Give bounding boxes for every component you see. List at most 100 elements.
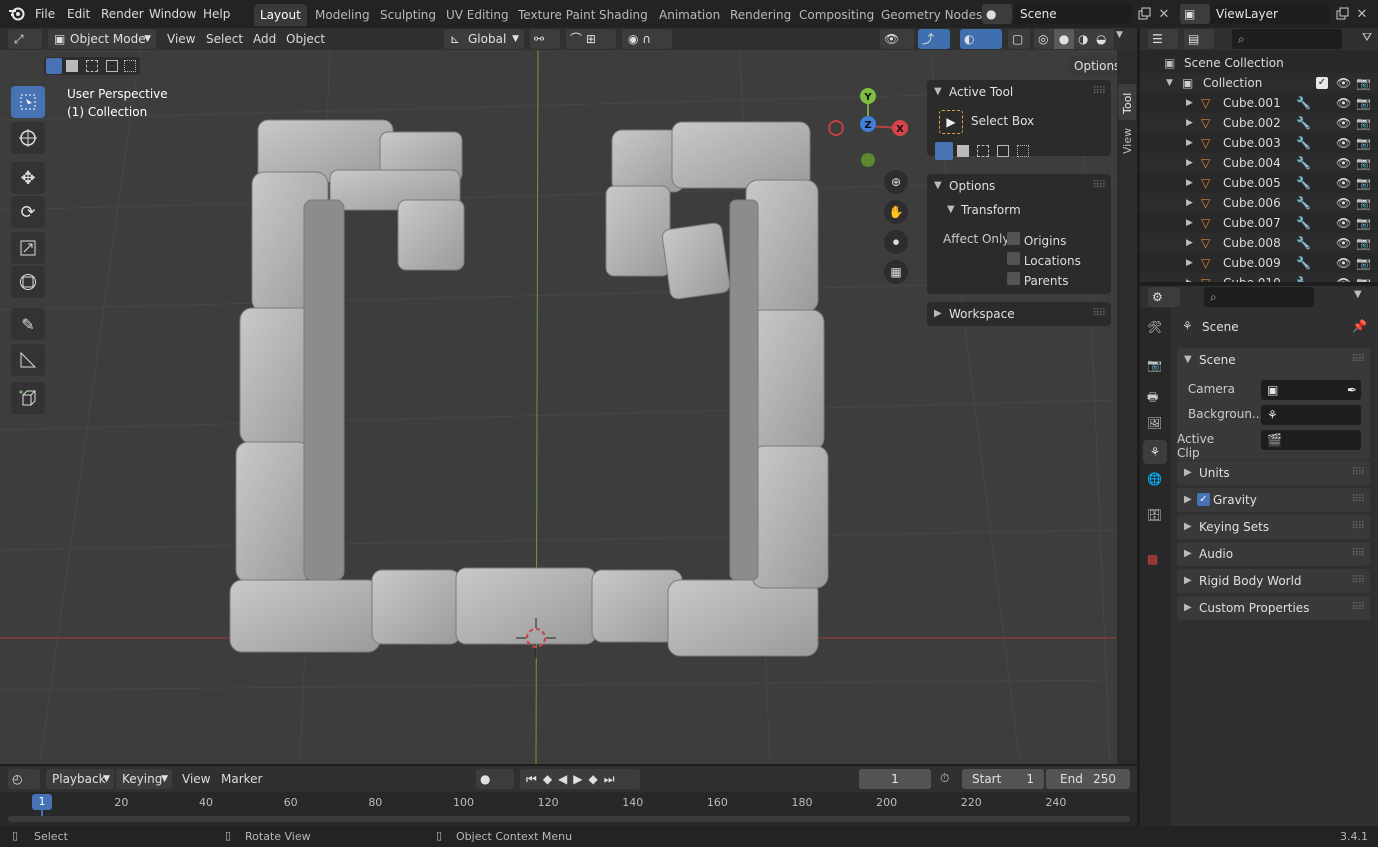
drag-handle-icon[interactable]: ⠿⠿ — [1351, 569, 1365, 593]
texture-tab-icon[interactable]: ▩ — [1147, 552, 1158, 566]
drag-handle-icon[interactable]: ⠿⠿ — [1092, 80, 1106, 104]
jump-start-icon[interactable]: ⏮ — [526, 772, 543, 786]
tab-uv-editing[interactable]: UV Editing — [440, 4, 515, 26]
tab-geometry-nodes[interactable]: Geometry Nodes — [875, 4, 988, 26]
eye-icon[interactable]: 👁 — [1336, 73, 1351, 93]
select-new-icon[interactable] — [46, 58, 62, 74]
orientation-dropdown[interactable]: ⊾ Global ▼ — [444, 29, 524, 49]
select-invert-icon[interactable] — [997, 145, 1009, 157]
properties-editor-type[interactable]: ⚙ — [1148, 287, 1180, 307]
modifier-wrench-icon[interactable]: 🔧 — [1296, 273, 1311, 282]
chevron-right-icon[interactable]: ▶ — [1186, 93, 1193, 113]
eye-icon[interactable]: 👁 — [1336, 233, 1351, 253]
tool-rotate[interactable]: ⟳ — [11, 196, 45, 228]
scene-tab-icon[interactable]: ⚘ — [1143, 440, 1167, 464]
drag-handle-icon[interactable]: ⠿⠿ — [1351, 596, 1365, 620]
auto-keying-toggle[interactable]: ● — [476, 769, 514, 789]
view-layer-tab-icon[interactable]: 🖼 — [1147, 416, 1162, 430]
modifier-wrench-icon[interactable]: 🔧 — [1296, 93, 1311, 113]
tab-texture-paint[interactable]: Texture Paint — [512, 4, 601, 26]
viewlayer-selector[interactable]: ▣ — [1180, 4, 1210, 24]
outliner-row-collection[interactable]: ▼ ▣ Collection ✓ 👁 📷 — [1140, 73, 1378, 93]
select-subtract-icon[interactable] — [977, 145, 989, 157]
outliner-row-object[interactable]: ▶ ▽ Cube.003 🔧 👁 📷 — [1140, 133, 1378, 153]
overlays-toggle[interactable]: ◐ — [960, 29, 1002, 49]
modifier-wrench-icon[interactable]: 🔧 — [1296, 173, 1311, 193]
camera-icon[interactable]: 📷 — [1356, 153, 1371, 173]
new-viewlayer-icon[interactable] — [1332, 4, 1352, 24]
tool-scale[interactable] — [11, 232, 45, 264]
pin-icon[interactable]: 📌 — [1352, 319, 1367, 333]
select-intersect-icon[interactable] — [124, 60, 136, 72]
tool-tab-icon[interactable]: 🛠 — [1147, 320, 1162, 334]
camera-icon[interactable]: 📷 — [1356, 213, 1371, 233]
outliner-row-object[interactable]: ▶ ▽ Cube.005 🔧 👁 📷 — [1140, 173, 1378, 193]
timeline-menu-marker[interactable]: Marker — [216, 769, 267, 789]
play-icon[interactable]: ▶ — [573, 772, 588, 786]
gizmo-toggle[interactable]: ⤴ — [918, 29, 950, 49]
drag-handle-icon[interactable]: ⠿⠿ — [1351, 542, 1365, 566]
outliner-row-object[interactable]: ▶ ▽ Cube.006 🔧 👁 📷 — [1140, 193, 1378, 213]
select-box-tool-icon[interactable]: ▶ — [939, 110, 963, 134]
rendered-icon[interactable]: ◒ — [1096, 29, 1106, 49]
drag-handle-icon[interactable]: ⠿⠿ — [1092, 174, 1106, 198]
menu-file[interactable]: File — [30, 4, 60, 24]
wireframe-icon[interactable]: ◎ — [1038, 29, 1048, 49]
scene-panel-header[interactable]: ▼ Scene ⠿⠿ — [1177, 348, 1370, 372]
jump-end-icon[interactable]: ⏭ — [604, 772, 621, 786]
world-tab-icon[interactable]: 🌐 — [1147, 472, 1162, 486]
chevron-right-icon[interactable]: ▶ — [1186, 173, 1193, 193]
eye-icon[interactable]: 👁 — [1336, 213, 1351, 233]
tab-tool[interactable]: Tool — [1118, 84, 1136, 120]
material-icon[interactable]: ◑ — [1078, 29, 1088, 49]
zoom-icon[interactable]: ⊕ — [884, 170, 908, 194]
new-scene-icon[interactable] — [1134, 4, 1154, 24]
tab-modeling[interactable]: Modeling — [309, 4, 376, 26]
exclude-checkbox[interactable]: ✓ — [1316, 77, 1328, 89]
filter-icon[interactable]: ⛛ — [1362, 30, 1372, 45]
select-subtract-icon[interactable] — [86, 60, 98, 72]
keying-sets-panel[interactable]: ▶ Keying Sets ⠿⠿ — [1177, 515, 1370, 539]
modifier-wrench-icon[interactable]: 🔧 — [1296, 133, 1311, 153]
background-field[interactable]: ⚘ — [1261, 405, 1361, 425]
pivot-dropdown[interactable]: ⚯ — [530, 29, 560, 49]
modifier-wrench-icon[interactable]: 🔧 — [1296, 253, 1311, 273]
tool-transform[interactable] — [11, 266, 45, 298]
keying-dropdown[interactable]: Keying ▼ — [116, 769, 172, 789]
tool-move[interactable]: ✥ — [11, 162, 45, 194]
editor-type-button[interactable]: ⤢ — [8, 29, 42, 49]
menu-add[interactable]: Add — [248, 29, 281, 49]
eye-icon[interactable]: 👁 — [1336, 113, 1351, 133]
eye-icon[interactable]: 👁 — [1336, 153, 1351, 173]
camera-icon[interactable]: 📷 — [1356, 273, 1371, 282]
menu-help[interactable]: Help — [198, 4, 235, 24]
chevron-down-icon[interactable]: ▼ — [1354, 289, 1362, 300]
chevron-down-icon[interactable]: ▼ — [1166, 73, 1173, 93]
modifier-wrench-icon[interactable]: 🔧 — [1296, 213, 1311, 233]
solid-icon[interactable]: ● — [1054, 29, 1074, 49]
outliner-row-object[interactable]: ▶ ▽ Cube.004 🔧 👁 📷 — [1140, 153, 1378, 173]
end-frame-field[interactable]: End 250 — [1046, 769, 1130, 789]
outliner-search-input[interactable]: ⌕ — [1232, 29, 1342, 49]
camera-icon[interactable]: 📷 — [1356, 173, 1371, 193]
menu-object[interactable]: Object — [281, 29, 330, 49]
tool-annotate[interactable]: ✎ — [11, 308, 45, 340]
parents-checkbox[interactable]: Parents — [1007, 272, 1069, 288]
proportional-edit[interactable]: ◉ ∩ — [622, 29, 672, 49]
blender-logo-icon[interactable] — [8, 5, 26, 23]
chevron-right-icon[interactable]: ▶ — [1186, 153, 1193, 173]
active-clip-field[interactable]: 🎬 — [1261, 430, 1361, 450]
menu-select[interactable]: Select — [201, 29, 248, 49]
delete-viewlayer-icon[interactable]: ✕ — [1352, 4, 1372, 24]
select-extend-icon[interactable] — [66, 60, 78, 72]
camera-icon[interactable]: 📷 — [1356, 193, 1371, 213]
select-new-icon[interactable] — [935, 142, 953, 160]
select-intersect-icon[interactable] — [1017, 145, 1029, 157]
rigid-body-world-panel[interactable]: ▶ Rigid Body World ⠿⠿ — [1177, 569, 1370, 593]
outliner-row-scene-collection[interactable]: ▣ Scene Collection — [1140, 53, 1378, 73]
mode-dropdown[interactable]: ▣ Object Mode ▼ — [48, 29, 156, 49]
tab-compositing[interactable]: Compositing — [793, 4, 880, 26]
chevron-right-icon[interactable]: ▶ — [1186, 253, 1193, 273]
eye-icon[interactable]: 👁 — [1336, 193, 1351, 213]
gravity-panel[interactable]: ▶ ✓ Gravity ⠿⠿ — [1177, 488, 1370, 512]
